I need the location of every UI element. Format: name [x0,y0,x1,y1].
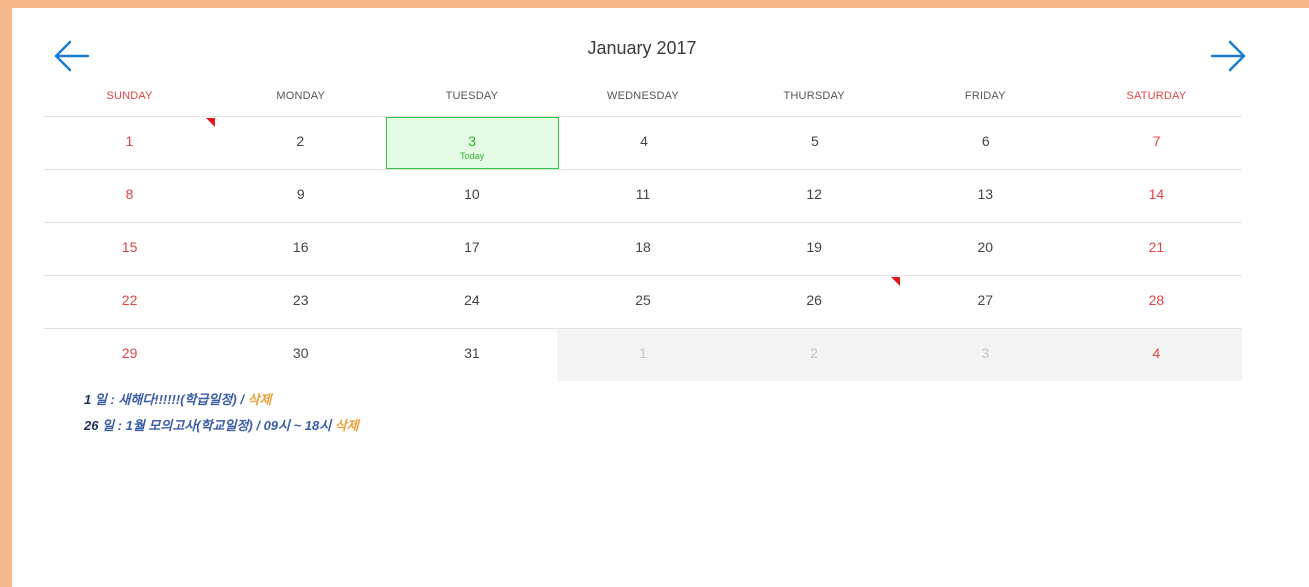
day-cell[interactable]: 6 [900,117,1071,169]
day-number: 14 [1148,186,1165,202]
day-number: 1 [125,133,134,149]
day-cell[interactable]: 29 [44,329,215,381]
day-number: 1 [639,345,647,361]
event-marker-icon [205,118,215,127]
day-cell[interactable]: 28 [1071,276,1242,328]
day-number: 20 [977,239,994,255]
day-number: 17 [464,239,480,255]
week-row: 15 16 17 18 19 20 21 [44,222,1242,275]
day-cell[interactable]: 21 [1071,223,1242,275]
day-cell[interactable]: 27 [900,276,1071,328]
weekday-tuesday: TUESDAY [445,90,499,102]
day-cell[interactable]: 24 [386,276,557,328]
day-number: 30 [292,345,309,361]
day-number: 24 [464,292,480,308]
day-cell[interactable]: 25 [557,276,728,328]
calendar-grid: 1 2 3 Today 4 5 6 7 8 9 10 11 12 13 14 1… [44,116,1242,381]
day-number: 22 [121,292,138,308]
next-month-button[interactable] [1208,38,1248,74]
day-number: 10 [464,186,480,202]
day-number: 21 [1148,239,1165,255]
day-number: 18 [635,239,651,255]
day-cell[interactable]: 7 [1071,117,1242,169]
day-number: 2 [810,345,819,361]
day-cell[interactable]: 17 [386,223,557,275]
week-row: 8 9 10 11 12 13 14 [44,169,1242,222]
event-list: 1 일 : 새해다!!!!!!(학급일정) / 삭제 26 일 : 1월 모의고… [84,389,359,441]
day-cell[interactable]: 5 [729,117,900,169]
day-cell-next-month[interactable]: 2 [728,329,900,381]
day-number: 5 [810,133,819,149]
day-cell[interactable]: 15 [44,223,215,275]
day-cell[interactable]: 18 [557,223,728,275]
day-cell[interactable]: 4 [559,117,730,169]
day-number: 19 [806,239,822,255]
day-cell[interactable]: 1 [44,117,215,169]
day-cell[interactable]: 16 [215,223,386,275]
day-number: 4 [640,133,648,149]
day-cell-next-month[interactable]: 1 [557,329,729,381]
day-cell[interactable]: 10 [386,170,557,222]
day-cell[interactable]: 19 [729,223,900,275]
day-number: 28 [1148,292,1165,308]
day-cell[interactable]: 8 [44,170,215,222]
day-number: 11 [635,186,651,202]
day-number: 6 [981,133,990,149]
day-number: 4 [1152,345,1161,361]
event-text: 일 : 새해다!!!!!!(학급일정) / [91,392,248,407]
weekday-friday: FRIDAY [964,90,1006,102]
weekday-sunday: SUNDAY [106,90,153,102]
day-number: 3 [468,133,477,149]
event-item: 1 일 : 새해다!!!!!!(학급일정) / 삭제 [84,389,359,408]
day-number: 15 [121,239,138,255]
day-cell[interactable]: 31 [386,329,557,381]
today-label: Today [460,151,485,161]
delete-event-link[interactable]: 삭제 [248,392,272,407]
delete-event-link[interactable]: 삭제 [335,418,359,433]
weekday-wednesday: WEDNESDAY [607,90,679,102]
day-number: 29 [121,345,138,361]
day-number: 16 [292,239,309,255]
week-row: 1 2 3 Today 4 5 6 7 [44,116,1242,169]
week-row: 29 30 31 1 2 3 4 [44,328,1242,381]
weekday-saturday: SATURDAY [1126,90,1187,102]
day-number: 25 [635,292,651,308]
day-number: 2 [296,133,305,149]
day-cell[interactable]: 20 [900,223,1071,275]
day-cell[interactable]: 12 [729,170,900,222]
day-number: 8 [125,186,134,202]
day-cell-next-month[interactable]: 4 [1070,329,1242,381]
day-number: 23 [292,292,309,308]
arrow-right-icon [1210,40,1246,72]
calendar-panel: January 2017 SUNDAY MONDAY TUESDAY WEDNE… [12,8,1309,587]
weekday-monday: MONDAY [276,90,326,102]
day-number: 27 [977,292,994,308]
day-cell[interactable]: 30 [215,329,386,381]
day-number: 31 [464,345,480,361]
day-number: 3 [981,345,990,361]
day-number: 13 [977,186,994,202]
day-cell[interactable]: 26 [729,276,900,328]
day-cell[interactable]: 23 [215,276,386,328]
month-title: January 2017 [587,38,697,58]
day-cell[interactable]: 13 [900,170,1071,222]
day-cell-today[interactable]: 3 Today [385,117,559,169]
day-number: 12 [806,186,822,202]
weekday-thursday: THURSDAY [783,90,845,102]
day-cell[interactable]: 22 [44,276,215,328]
day-cell[interactable]: 9 [215,170,386,222]
day-number: 7 [1152,133,1161,149]
event-text: 일 : 1월 모의고사(학교일정) / 09시 ~ 18시 [98,418,335,433]
day-cell[interactable]: 14 [1071,170,1242,222]
day-number: 26 [806,292,822,308]
day-cell[interactable]: 11 [557,170,728,222]
day-cell[interactable]: 2 [215,117,386,169]
weekday-header: SUNDAY MONDAY TUESDAY WEDNESDAY THURSDAY… [44,90,1242,102]
event-day: 26 [84,418,99,433]
event-marker-icon [890,277,900,286]
day-cell-next-month[interactable]: 3 [899,329,1071,381]
week-row: 22 23 24 25 26 27 28 [44,275,1242,328]
day-number: 9 [296,186,305,202]
event-item: 26 일 : 1월 모의고사(학교일정) / 09시 ~ 18시 삭제 [84,415,359,434]
